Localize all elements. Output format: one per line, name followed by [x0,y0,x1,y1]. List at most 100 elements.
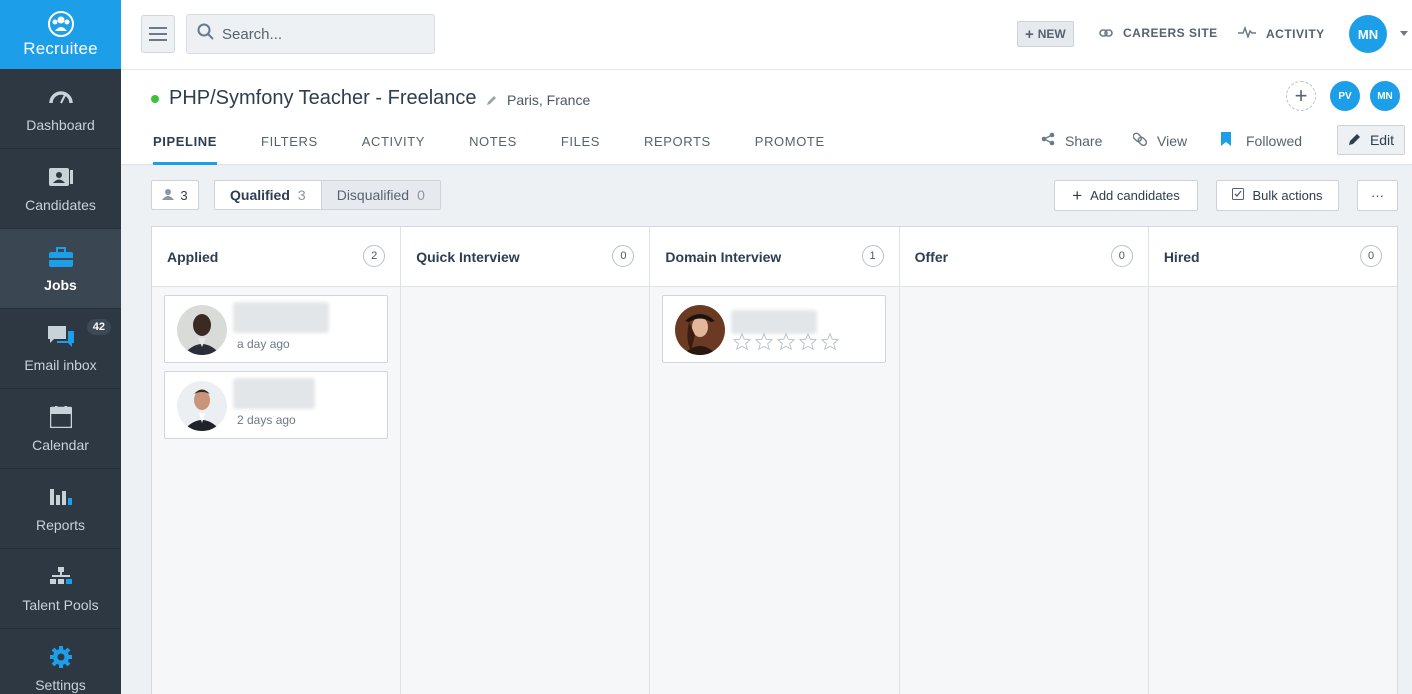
disqualified-toggle[interactable]: Disqualified 0 [320,181,440,209]
star-icon[interactable] [777,332,796,355]
member-avatar[interactable]: MN [1370,81,1400,111]
brand-name: Recruitee [23,38,98,58]
qualified-toggle[interactable]: Qualified 3 [215,181,321,209]
stage-header: Offer 0 [899,227,1148,287]
search-input[interactable] [222,25,422,43]
plus-icon: + [1072,186,1083,205]
disqualified-count: 0 [417,187,425,203]
rating-stars[interactable] [733,332,840,355]
pulse-icon [1238,25,1256,41]
star-icon[interactable] [799,332,818,355]
plus-icon: + [1025,25,1034,43]
candidate-card[interactable]: 2 days ago [164,371,388,439]
calendar-icon [48,405,74,429]
tab-files[interactable]: FILES [561,132,600,165]
job-title: PHP/Symfony Teacher - Freelance [169,87,477,109]
stage-header: Applied 2 [152,227,401,287]
pipeline-board: Applied 2 a day ago 2 days ago Quick Int… [151,226,1398,694]
stage-count: 1 [861,245,884,267]
careers-site-link[interactable]: CAREERS SITE [1099,26,1218,40]
menu-toggle-button[interactable] [141,15,175,53]
sidebar-item-label: Dashboard [26,116,95,133]
star-icon[interactable] [733,332,752,355]
sidebar-item-dashboard[interactable]: Dashboard [0,69,121,149]
candidate-avatar [177,305,227,355]
people-logo-icon [46,10,76,37]
qualification-filter: Qualified 3 Disqualified 0 [214,180,441,210]
tab-reports[interactable]: REPORTS [644,132,711,165]
careers-site-label: CAREERS SITE [1123,26,1218,40]
candidate-card[interactable]: a day ago [164,295,388,363]
card-timestamp: 2 days ago [237,413,296,427]
view-label: View [1157,132,1188,149]
link-icon [1132,132,1148,149]
search-box[interactable] [186,14,435,54]
activity-link[interactable]: ACTIVITY [1238,25,1325,41]
stage-column-quick-interview: Quick Interview 0 [401,227,651,694]
candidate-card[interactable] [662,295,887,363]
activity-label: ACTIVITY [1266,26,1325,41]
stage-column-offer: Offer 0 [899,227,1149,694]
candidate-avatar [675,305,726,355]
view-button[interactable]: View [1132,132,1188,149]
member-avatar[interactable]: PV [1330,81,1360,111]
add-candidates-button[interactable]: + Add candidates [1054,180,1198,211]
stage-header: Hired 0 [1148,227,1398,287]
stage-name: Hired [1163,249,1200,265]
more-options-button[interactable]: ··· [1357,180,1398,211]
sidebar-item-label: Talent Pools [22,596,99,613]
qualified-label: Qualified [230,187,290,203]
tab-filters[interactable]: FILTERS [261,132,318,165]
pencil-icon[interactable] [486,93,498,111]
sidebar-item-calendar[interactable]: Calendar [0,389,121,469]
sidebar-item-settings[interactable]: Settings [0,629,121,694]
followed-button[interactable]: Followed [1220,132,1302,149]
candidate-name-redacted [731,310,818,334]
app-root: Recruitee Dashboard Candidates Jobs 42 E… [0,0,1412,694]
sidebar-item-reports[interactable]: Reports [0,469,121,549]
new-button[interactable]: + NEW [1017,21,1074,47]
candidate-name-redacted [233,302,329,333]
sidebar: Recruitee Dashboard Candidates Jobs 42 E… [0,0,121,694]
sidebar-item-label: Settings [35,677,86,693]
stage-name: Domain Interview [665,249,782,265]
stage-count: 0 [612,245,635,267]
candidate-count-button[interactable]: 3 [151,180,199,210]
bulk-actions-button[interactable]: Bulk actions [1216,180,1339,211]
sidebar-item-email-inbox[interactable]: 42 Email inbox [0,309,121,389]
pipeline-area: 3 Qualified 3 Disqualified 0 + Add candi… [121,165,1412,694]
stage-header: Domain Interview 1 [650,227,899,287]
new-button-label: NEW [1037,27,1066,41]
tab-promote[interactable]: PROMOTE [755,132,825,165]
sidebar-item-candidates[interactable]: Candidates [0,149,121,229]
stage-column-hired: Hired 0 [1148,227,1398,694]
add-candidates-label: Add candidates [1090,188,1180,203]
stage-name: Applied [167,249,219,265]
brand-logo[interactable]: Recruitee [0,0,121,69]
stage-column-applied: Applied 2 a day ago 2 days ago [152,227,402,694]
tab-activity[interactable]: ACTIVITY [362,132,425,165]
sidebar-item-label: Candidates [25,196,96,213]
chat-bubbles-icon [47,325,74,349]
star-icon[interactable] [821,332,840,355]
tab-pipeline[interactable]: PIPELINE [153,132,218,165]
share-button[interactable]: Share [1041,132,1102,149]
stage-count: 2 [363,245,386,267]
sidebar-item-label: Calendar [32,436,89,453]
chevron-down-icon[interactable] [1400,31,1408,36]
sidebar-item-talent-pools[interactable]: Talent Pools [0,549,121,629]
edit-button[interactable]: Edit [1337,125,1405,155]
bookmark-icon [1220,132,1232,149]
share-label: Share [1065,132,1103,149]
sidebar-item-label: Email inbox [24,356,97,373]
star-icon[interactable] [755,332,774,355]
disqualified-label: Disqualified [336,187,410,203]
user-avatar[interactable]: MN [1349,15,1387,53]
sidebar-item-label: Reports [35,516,86,533]
add-member-button[interactable]: + [1286,81,1316,111]
tab-notes[interactable]: NOTES [469,132,517,165]
sidebar-item-jobs[interactable]: Jobs [0,229,121,309]
stage-name: Quick Interview [416,249,520,265]
qualified-count: 3 [297,187,306,203]
stage-header: Quick Interview 0 [401,227,650,287]
